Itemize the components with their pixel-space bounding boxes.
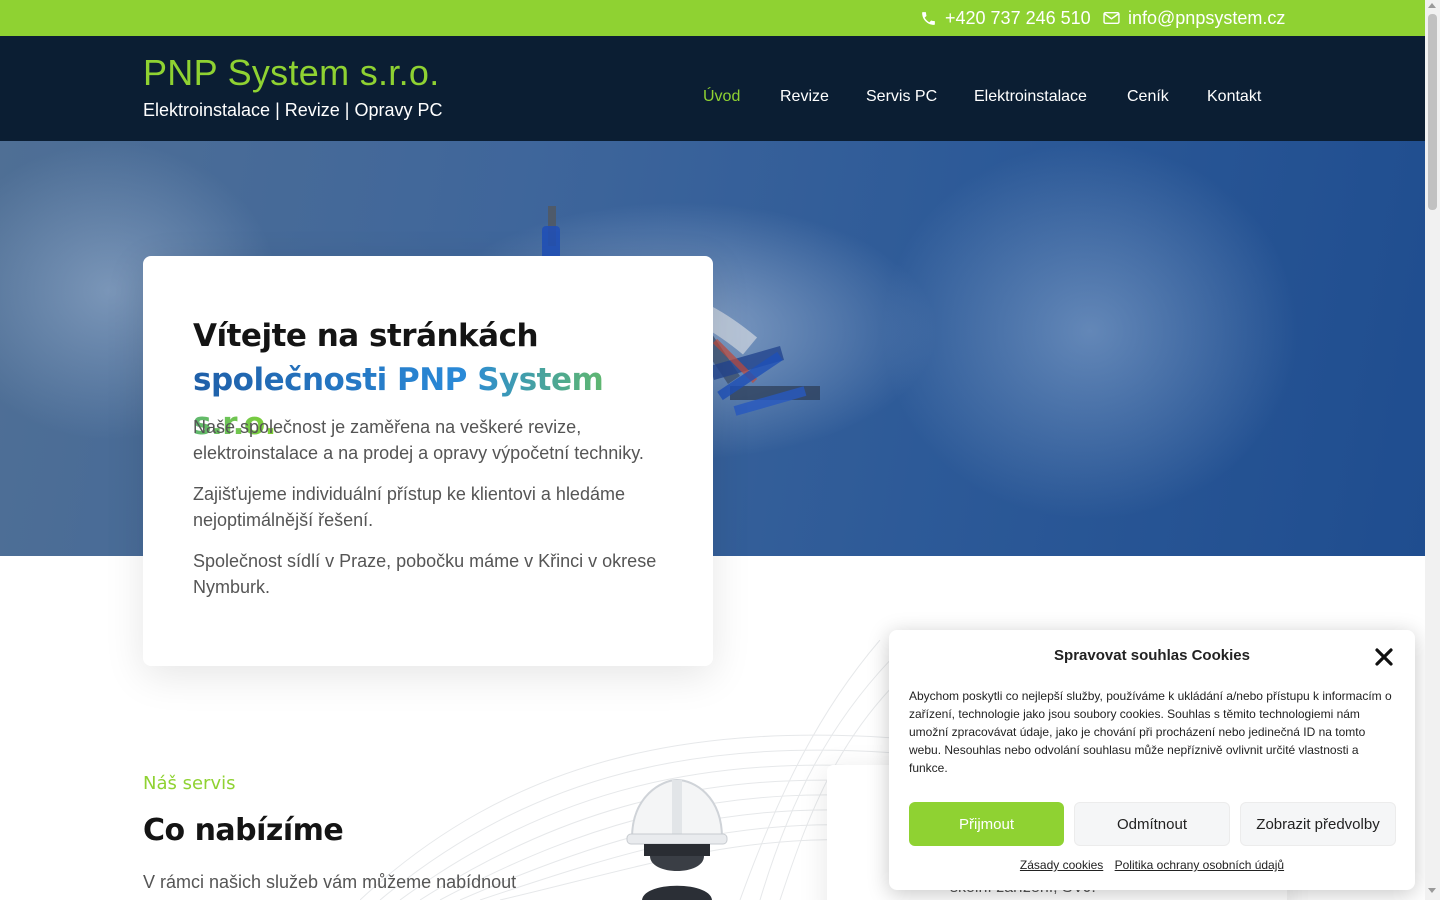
- close-icon[interactable]: [1373, 646, 1395, 668]
- nav-item-uvod[interactable]: Úvod: [703, 88, 740, 106]
- nav-item-revize[interactable]: Revize: [780, 88, 829, 106]
- nav-item-kontakt[interactable]: Kontakt: [1207, 88, 1261, 106]
- welcome-paragraph-1: Naše společnost je zaměřena na veškeré r…: [193, 417, 644, 463]
- hero-blur-right: [880, 141, 1300, 521]
- envelope-icon: [1103, 11, 1120, 25]
- nav-item-elektroinstalace[interactable]: Elektroinstalace: [974, 88, 1087, 106]
- welcome-card: Vítejte na stránkách společnosti PNP Sys…: [143, 256, 713, 666]
- scroll-up-arrow-icon[interactable]: [1428, 3, 1436, 8]
- cookie-preferences-button[interactable]: Zobrazit předvolby: [1240, 802, 1396, 846]
- privacy-policy-link[interactable]: Politika ochrany osobních údajů: [1115, 858, 1284, 872]
- site-header: PNP System s.r.o. Elektroinstalace | Rev…: [0, 36, 1425, 141]
- worker-helmet-image: [626, 778, 728, 900]
- services-label: Náš servis: [143, 773, 236, 794]
- scroll-down-arrow-icon[interactable]: [1428, 888, 1436, 893]
- cookie-links: Zásady cookies Politika ochrany osobních…: [889, 858, 1415, 872]
- welcome-heading-line1: Vítejte na stránkách: [193, 318, 539, 354]
- email-link[interactable]: info@pnpsystem.cz: [1103, 0, 1285, 36]
- deny-cookies-button[interactable]: Odmítnout: [1074, 802, 1230, 846]
- scrollbar-thumb[interactable]: [1428, 14, 1437, 210]
- site-logo-title[interactable]: PNP System s.r.o.: [143, 52, 440, 94]
- nav-item-cenik[interactable]: Ceník: [1127, 88, 1169, 106]
- welcome-paragraph-3: Společnost sídlí v Praze, pobočku máme v…: [193, 551, 657, 597]
- page-scrollbar[interactable]: [1425, 0, 1440, 900]
- accept-cookies-button[interactable]: Přijmout: [909, 802, 1064, 846]
- phone-icon: [922, 11, 935, 25]
- cookie-consent-dialog: Spravovat souhlas Cookies Abychom poskyt…: [889, 630, 1415, 890]
- welcome-paragraph-2: Zajišťujeme individuální přístup ke klie…: [193, 484, 625, 530]
- top-contact-bar: +420 737 246 510 info@pnpsystem.cz: [0, 0, 1425, 36]
- nav-item-servis-pc[interactable]: Servis PC: [866, 88, 937, 106]
- phone-link[interactable]: +420 737 246 510: [920, 0, 1091, 36]
- site-tagline: Elektroinstalace | Revize | Opravy PC: [143, 100, 443, 120]
- cookie-dialog-title: Spravovat souhlas Cookies: [1054, 647, 1250, 664]
- cookie-dialog-text: Abychom poskytli co nejlepší služby, pou…: [909, 689, 1392, 775]
- phone-number: +420 737 246 510: [945, 7, 1091, 28]
- services-intro: V rámci našich služeb vám můžeme nabídno…: [143, 872, 517, 892]
- email-address: info@pnpsystem.cz: [1128, 7, 1286, 28]
- services-title: Co nabízíme: [143, 813, 344, 848]
- cookie-policy-link[interactable]: Zásady cookies: [1020, 858, 1103, 872]
